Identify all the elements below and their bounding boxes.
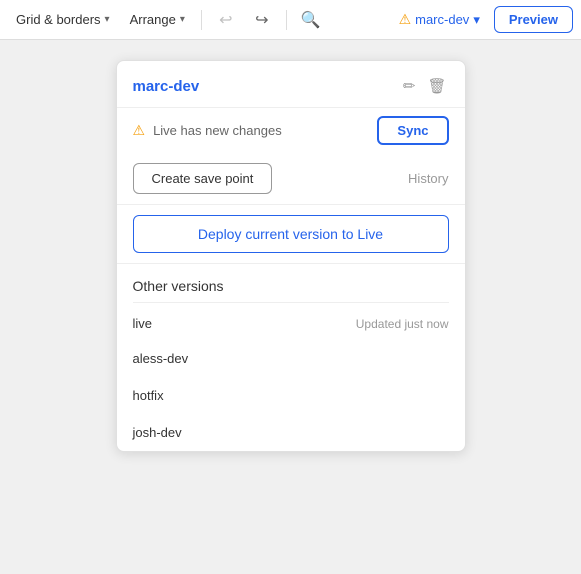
panel-header: marc-dev ✏ 🗑 bbox=[117, 61, 465, 108]
arrange-chevron-icon: ▾ bbox=[180, 14, 185, 25]
delete-panel-button[interactable]: 🗑 bbox=[425, 75, 448, 97]
preview-label: Preview bbox=[509, 12, 558, 27]
arrange-button[interactable]: Arrange ▾ bbox=[122, 8, 193, 31]
other-versions-header: Other versions bbox=[117, 264, 465, 302]
delete-aless-dev-button[interactable]: 🗑 bbox=[425, 349, 449, 368]
toolbar-separator-1 bbox=[201, 10, 202, 30]
list-item[interactable]: aless-dev ✏ 🗑 bbox=[117, 340, 465, 377]
panel-title: marc-dev bbox=[133, 78, 401, 95]
toolbar-arrange-group: Arrange ▾ bbox=[122, 8, 193, 31]
redo-button[interactable]: ↪ bbox=[246, 4, 278, 36]
version-name-live: live bbox=[133, 316, 348, 331]
sync-label: Sync bbox=[397, 123, 428, 138]
deploy-section: Deploy current version to Live bbox=[117, 205, 465, 264]
version-name-hotfix: hotfix bbox=[133, 388, 399, 403]
version-tag-live: Updated just now bbox=[356, 317, 449, 331]
grid-borders-button[interactable]: Grid & borders ▾ bbox=[8, 8, 118, 31]
list-item: live Updated just now bbox=[117, 307, 465, 340]
grid-chevron-icon: ▾ bbox=[105, 14, 110, 25]
save-point-label: Create save point bbox=[152, 171, 254, 186]
delete-hotfix-button[interactable]: 🗑 bbox=[425, 386, 449, 405]
deploy-label: Deploy current version to Live bbox=[198, 226, 383, 242]
list-item[interactable]: josh-dev ✏ 🗑 bbox=[117, 414, 465, 451]
brand-label: marc-dev bbox=[415, 12, 469, 27]
warning-icon: ⚠ bbox=[133, 122, 146, 139]
sync-button[interactable]: Sync bbox=[377, 116, 448, 145]
header-actions: ✏ 🗑 bbox=[401, 75, 449, 97]
preview-button[interactable]: Preview bbox=[494, 6, 573, 33]
brand-button[interactable]: ⚠ marc-dev ▾ bbox=[389, 7, 490, 32]
panel-wrapper: marc-dev ✏ 🗑 ⚠ Live has new changes Sync… bbox=[0, 40, 581, 452]
panel-scroll-area[interactable]: marc-dev ✏ 🗑 ⚠ Live has new changes Sync… bbox=[117, 61, 465, 451]
create-save-point-button[interactable]: Create save point bbox=[133, 163, 273, 194]
toolbar-grid-group: Grid & borders ▾ bbox=[8, 8, 118, 31]
grid-borders-label: Grid & borders bbox=[16, 12, 101, 27]
arrange-label: Arrange bbox=[130, 12, 176, 27]
version-name-aless-dev: aless-dev bbox=[133, 351, 399, 366]
version-name-josh-dev: josh-dev bbox=[133, 425, 399, 440]
edit-aless-dev-button[interactable]: ✏ bbox=[399, 349, 417, 368]
version-list: live Updated just now aless-dev ✏ 🗑 hotf… bbox=[117, 303, 465, 451]
toolbar-separator-2 bbox=[286, 10, 287, 30]
list-item[interactable]: hotfix ✏ 🗑 bbox=[117, 377, 465, 414]
warning-bar: ⚠ Live has new changes Sync bbox=[117, 108, 465, 153]
history-link[interactable]: History bbox=[408, 171, 448, 186]
history-label: History bbox=[408, 171, 448, 186]
deploy-button[interactable]: Deploy current version to Live bbox=[133, 215, 449, 253]
brand-chevron-icon: ▾ bbox=[473, 12, 480, 28]
search-button[interactable]: 🔍 bbox=[295, 4, 327, 36]
edit-josh-dev-button[interactable]: ✏ bbox=[399, 423, 417, 442]
delete-josh-dev-button[interactable]: 🗑 bbox=[425, 423, 449, 442]
actions-row: Create save point History bbox=[117, 153, 465, 205]
edit-hotfix-button[interactable]: ✏ bbox=[399, 386, 417, 405]
warning-text: Live has new changes bbox=[153, 123, 369, 138]
warning-icon: ⚠ bbox=[399, 11, 412, 28]
edit-title-button[interactable]: ✏ bbox=[401, 75, 418, 97]
versions-panel: marc-dev ✏ 🗑 ⚠ Live has new changes Sync… bbox=[116, 60, 466, 452]
undo-button[interactable]: ↩ bbox=[210, 4, 242, 36]
toolbar: Grid & borders ▾ Arrange ▾ ↩ ↪ 🔍 ⚠ marc-… bbox=[0, 0, 581, 40]
other-versions-label: Other versions bbox=[133, 278, 224, 294]
